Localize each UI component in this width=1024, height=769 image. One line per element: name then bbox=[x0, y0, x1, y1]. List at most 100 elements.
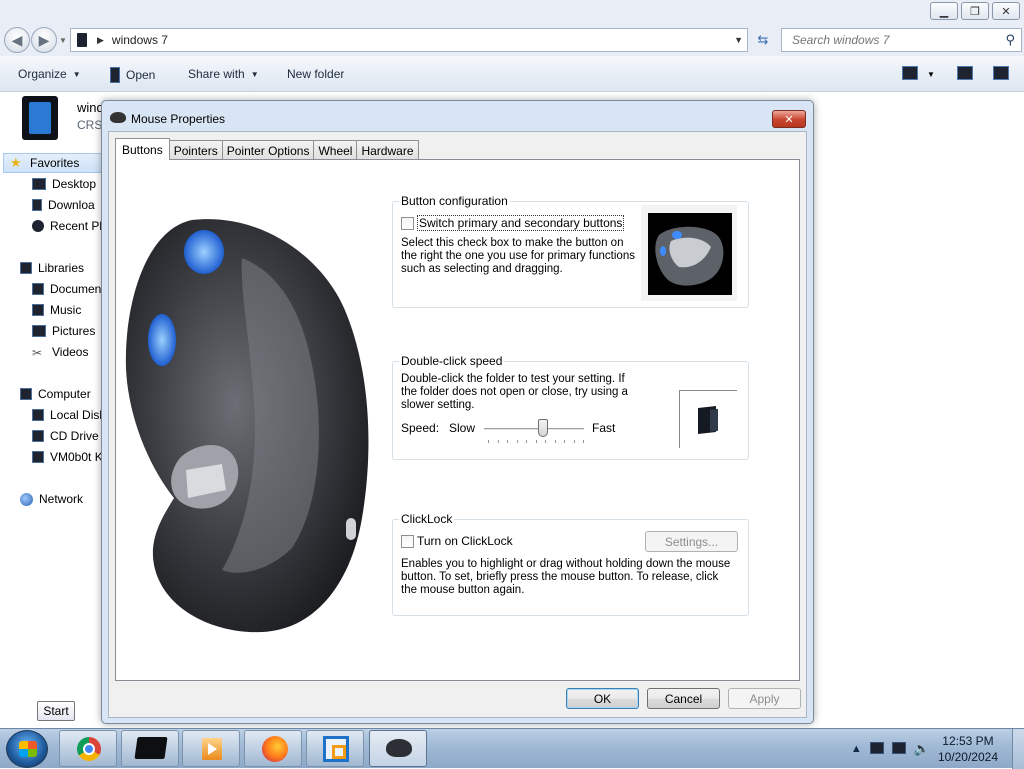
tab-hardware[interactable]: Hardware bbox=[356, 140, 419, 160]
nav-network[interactable]: Network bbox=[0, 489, 110, 509]
taskbar-explorer[interactable] bbox=[121, 730, 179, 767]
taskbar-mouse-properties[interactable] bbox=[369, 730, 427, 767]
local-disk-icon bbox=[32, 409, 44, 421]
recent-pages-dropdown[interactable]: ▼ bbox=[59, 36, 67, 45]
clicklock-checkbox[interactable]: Turn on ClickLock bbox=[401, 534, 513, 548]
address-row: ◀ ▶ ▼ ▶ windows 7 ▼ ⇆ ⚲ bbox=[0, 24, 1024, 56]
nav-vm-drive[interactable]: VM0b0t K bbox=[0, 447, 110, 467]
pictures-icon bbox=[32, 325, 46, 337]
volume-icon[interactable]: 🔈 bbox=[914, 741, 930, 757]
open-app-icon bbox=[110, 67, 120, 83]
folder-icon[interactable] bbox=[698, 406, 716, 434]
ok-button[interactable]: OK bbox=[566, 688, 639, 709]
checkbox-box[interactable] bbox=[401, 534, 414, 548]
nav-documents[interactable]: Documen bbox=[0, 279, 110, 299]
dialog-close-button[interactable]: ✕ bbox=[772, 110, 806, 128]
nav-libraries[interactable]: Libraries bbox=[0, 258, 110, 278]
nav-label: Computer bbox=[38, 387, 91, 401]
forward-button[interactable]: ▶ bbox=[31, 27, 57, 53]
nav-label: CD Drive bbox=[50, 429, 99, 443]
folder-icon bbox=[77, 33, 87, 47]
maximize-button[interactable]: ❐ bbox=[961, 2, 989, 20]
network-tray-icon[interactable] bbox=[891, 741, 906, 754]
tab-pointers[interactable]: Pointers bbox=[168, 140, 223, 160]
taskbar-media-player[interactable] bbox=[182, 730, 240, 767]
search-input[interactable] bbox=[790, 32, 990, 48]
nav-label: Videos bbox=[52, 345, 89, 359]
show-hidden-icons-arrow[interactable]: ▲ bbox=[851, 743, 862, 755]
help-icon[interactable] bbox=[993, 66, 1009, 80]
nav-downloads[interactable]: Downloa bbox=[0, 195, 110, 215]
videos-icon: ✂ bbox=[32, 346, 43, 360]
checkbox-box[interactable] bbox=[401, 216, 414, 230]
preview-pane-icon[interactable] bbox=[957, 66, 973, 80]
open-button[interactable]: Open bbox=[110, 67, 155, 83]
cd-drive-icon bbox=[32, 430, 44, 442]
change-view-icon[interactable] bbox=[902, 66, 918, 80]
organize-menu[interactable]: Organize ▼ bbox=[18, 67, 81, 81]
refresh-icon[interactable]: ⇆ bbox=[752, 30, 774, 50]
address-dropdown-icon[interactable]: ▼ bbox=[734, 35, 743, 45]
tab-buttons[interactable]: Buttons bbox=[115, 138, 170, 160]
media-player-icon bbox=[202, 738, 222, 760]
show-desktop-button[interactable] bbox=[1012, 729, 1024, 769]
mouse-icon bbox=[386, 739, 412, 757]
navigation-pane: ★ Favorites Desktop Downloa Recent Pl Li… bbox=[0, 150, 110, 728]
network-drive-icon bbox=[32, 451, 44, 463]
clock-time: 12:53 PM bbox=[942, 734, 994, 748]
window-caption-buttons: ▁ ❐ ✕ bbox=[930, 2, 1020, 20]
nav-local-disk[interactable]: Local Disl bbox=[0, 405, 110, 425]
clock-date: 10/20/2024 bbox=[937, 750, 998, 764]
breadcrumb[interactable]: windows 7 bbox=[112, 33, 168, 47]
nav-desktop[interactable]: Desktop bbox=[0, 174, 110, 194]
back-arrow-icon: ◀ bbox=[11, 31, 23, 48]
double-click-description: Double-click the folder to test your set… bbox=[401, 373, 628, 411]
nav-favorites[interactable]: ★ Favorites bbox=[3, 153, 110, 173]
switch-buttons-checkbox[interactable]: Switch primary and secondary buttons bbox=[401, 215, 625, 231]
minimize-button[interactable]: ▁ bbox=[930, 2, 958, 20]
share-with-menu[interactable]: Share with ▼ bbox=[188, 67, 259, 81]
tab-strip: Buttons Pointers Pointer Options Wheel H… bbox=[115, 138, 419, 160]
view-options-dropdown[interactable]: ▼ bbox=[927, 70, 935, 79]
nav-label: Music bbox=[50, 303, 82, 317]
clock[interactable]: 12:53 PM 10/20/2024 bbox=[938, 733, 998, 765]
dialog-titlebar[interactable]: Mouse Properties ✕ bbox=[102, 101, 813, 131]
search-icon[interactable]: ⚲ bbox=[1005, 32, 1015, 48]
explorer-titlebar: ▁ ❐ ✕ bbox=[0, 0, 1024, 24]
clicklock-description: Enables you to highlight or drag without… bbox=[401, 558, 731, 596]
taskbar-chrome[interactable] bbox=[59, 730, 117, 767]
nav-label: VM0b0t K bbox=[50, 450, 103, 464]
taskbar: ▲ 🔈 12:53 PM 10/20/2024 bbox=[0, 728, 1024, 769]
nav-label: Libraries bbox=[38, 261, 85, 275]
nav-recent-places[interactable]: Recent Pl bbox=[0, 216, 110, 236]
checkbox-label[interactable]: Switch primary and secondary buttons bbox=[417, 215, 625, 231]
dialog-body: Buttons Pointers Pointer Options Wheel H… bbox=[108, 131, 807, 718]
new-folder-button[interactable]: New folder bbox=[287, 67, 344, 81]
action-center-icon[interactable] bbox=[869, 741, 884, 754]
apply-button[interactable]: Apply bbox=[728, 688, 801, 709]
nav-label: Local Disl bbox=[50, 408, 103, 422]
nav-pictures[interactable]: Pictures bbox=[0, 321, 110, 341]
double-click-speed-slider[interactable] bbox=[484, 419, 584, 446]
slider-track[interactable] bbox=[484, 428, 584, 430]
breadcrumb-arrow-icon[interactable]: ▶ bbox=[97, 35, 104, 46]
slider-thumb[interactable] bbox=[538, 419, 548, 437]
close-button[interactable]: ✕ bbox=[992, 2, 1020, 20]
address-bar[interactable]: ▶ windows 7 ▼ bbox=[70, 28, 748, 52]
search-box[interactable]: ⚲ bbox=[781, 28, 1022, 52]
test-folder[interactable] bbox=[679, 390, 737, 448]
back-button[interactable]: ◀ bbox=[4, 27, 30, 53]
taskbar-virtualbox[interactable] bbox=[306, 730, 364, 767]
clicklock-settings-button[interactable]: Settings... bbox=[645, 531, 738, 552]
tab-pointer-options[interactable]: Pointer Options bbox=[221, 140, 315, 160]
nav-cd-drive[interactable]: CD Drive bbox=[0, 426, 110, 446]
nav-label: Documen bbox=[50, 282, 102, 296]
start-button[interactable] bbox=[6, 730, 48, 768]
nav-videos[interactable]: ✂ Videos bbox=[0, 342, 110, 362]
nav-computer[interactable]: Computer bbox=[0, 384, 110, 404]
nav-music[interactable]: Music bbox=[0, 300, 110, 320]
taskbar-firefox[interactable] bbox=[244, 730, 302, 767]
tab-wheel[interactable]: Wheel bbox=[313, 140, 358, 160]
checkbox-label[interactable]: Turn on ClickLock bbox=[417, 534, 513, 548]
cancel-button[interactable]: Cancel bbox=[647, 688, 720, 709]
